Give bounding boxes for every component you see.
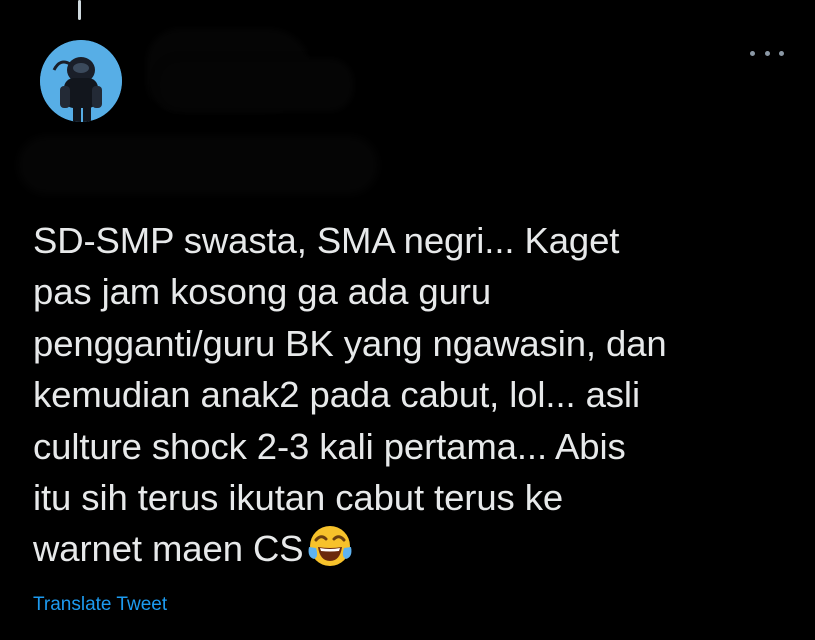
scuba-diver-icon — [40, 40, 122, 122]
dot-icon — [764, 50, 770, 56]
redacted-username — [22, 140, 374, 190]
dot-icon — [779, 50, 784, 56]
tweet-line: pas jam kosong ga ada guru — [33, 271, 492, 313]
tweet-line: warnet maen CS — [33, 528, 304, 570]
more-options-button[interactable] — [750, 42, 784, 64]
dot-icon — [750, 50, 755, 56]
tweet-line: pengganti/guru BK yang ngawasin, dan — [33, 322, 667, 364]
face-with-tears-of-joy-icon — [307, 523, 353, 582]
tweet-line: kemudian anak2 pada cabut, lol... asli — [33, 374, 640, 416]
tweet-line: itu sih terus ikutan cabut terus ke — [33, 477, 564, 519]
thread-connector-line — [78, 0, 81, 20]
tweet-text: SD-SMP swasta, SMA negri... Kaget pas ja… — [33, 215, 808, 583]
avatar[interactable] — [40, 40, 122, 122]
tweet-line: culture shock 2-3 kali pertama... Abis — [33, 425, 626, 467]
tweet-line: SD-SMP swasta, SMA negri... Kaget — [33, 220, 620, 261]
translate-tweet-link[interactable]: Translate Tweet — [33, 594, 167, 616]
redacted-display-name-extra — [160, 62, 350, 108]
